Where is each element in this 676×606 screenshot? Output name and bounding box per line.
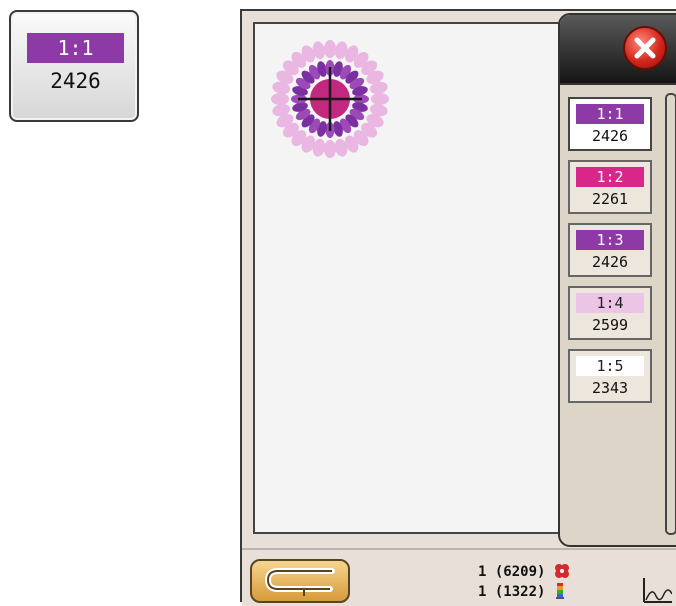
thread-spool-icon <box>555 583 564 599</box>
thread-swatch: 1:4 <box>576 293 644 313</box>
stitch-graph-icon[interactable] <box>642 576 672 604</box>
embroidery-canvas[interactable] <box>253 22 563 534</box>
close-button[interactable] <box>623 26 667 70</box>
thread-stitch-count: 2426 <box>591 127 629 145</box>
thread-item-4[interactable]: 1:4 2599 <box>568 286 652 340</box>
embroidery-screen: 1:1 2426 1:2 2261 1:3 2426 1:4 2599 1:5 … <box>240 9 676 606</box>
selected-thread-zoom: 1:1 2426 <box>9 10 139 122</box>
thread-item-1[interactable]: 1:1 2426 <box>568 97 652 151</box>
thread-item-2[interactable]: 1:2 2261 <box>568 160 652 214</box>
bottom-bar: 1 (6209) 1 (1322) <box>242 548 676 606</box>
thread-stitch-count: 2426 <box>591 253 629 271</box>
close-icon <box>634 37 656 59</box>
thread-stitch-count: 2343 <box>591 379 629 397</box>
back-arrow-icon <box>264 568 335 596</box>
thread-swatch: 1:3 <box>576 230 644 250</box>
thread-swatch: 1:5 <box>576 356 644 376</box>
thread-item-5[interactable]: 1:5 2343 <box>568 349 652 403</box>
color-count-stat: 1 (1322) <box>478 583 566 600</box>
back-button[interactable] <box>250 559 350 603</box>
design-count-text: 1 (6209) <box>478 564 546 580</box>
thread-color-panel: 1:1 2426 1:2 2261 1:3 2426 1:4 2599 1:5 … <box>558 13 676 547</box>
thread-stitch-count: 2261 <box>591 190 629 208</box>
thread-item-3[interactable]: 1:3 2426 <box>568 223 652 277</box>
zoom-thread-label: 1:1 <box>27 33 124 63</box>
scrollbar[interactable] <box>665 93 676 535</box>
flower-design-icon <box>554 564 569 578</box>
flower-design-icon[interactable] <box>265 34 395 164</box>
zoom-thread-count: 2426 <box>50 69 101 93</box>
color-count-text: 1 (1322) <box>478 584 546 600</box>
panel-header <box>560 15 676 85</box>
thread-stitch-count: 2599 <box>591 316 629 334</box>
design-count-stat: 1 (6209) <box>478 563 570 580</box>
thread-swatch: 1:1 <box>576 104 644 124</box>
thread-swatch: 1:2 <box>576 167 644 187</box>
